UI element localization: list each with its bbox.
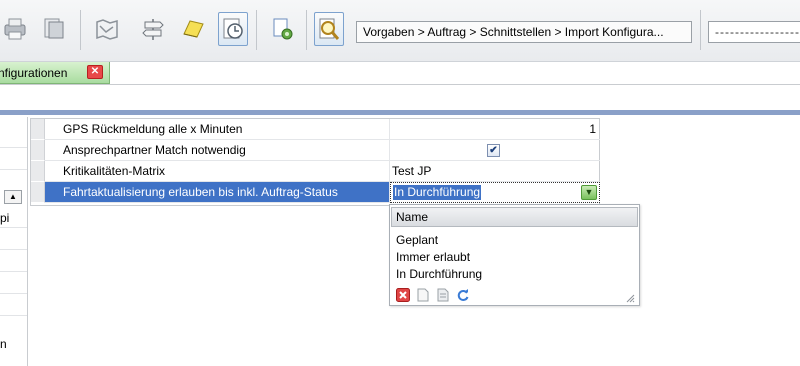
left-panel-row-line xyxy=(0,293,27,294)
toolbar-select-field[interactable]: -------------------- xyxy=(708,21,800,43)
close-icon[interactable]: ✕ xyxy=(87,65,103,79)
property-name: Fahrtaktualisierung erlauben bis inkl. A… xyxy=(45,182,390,203)
document-settings-icon[interactable] xyxy=(268,12,298,46)
left-panel: ▲ pi n xyxy=(0,117,28,366)
print-icon[interactable] xyxy=(0,12,30,46)
left-panel-row-line xyxy=(0,271,27,272)
property-name: Kritikalitäten-Matrix xyxy=(45,161,390,182)
toolbar-separator xyxy=(80,10,81,50)
note-icon[interactable] xyxy=(178,12,208,46)
map-icon[interactable] xyxy=(92,12,122,46)
toolbar-separator xyxy=(306,10,307,50)
collapse-up-button[interactable]: ▲ xyxy=(4,190,22,204)
chevron-down-icon[interactable]: ▼ xyxy=(581,185,597,200)
left-panel-text: pi xyxy=(0,211,10,225)
table-row-selected[interactable]: Fahrtaktualisierung erlauben bis inkl. A… xyxy=(31,182,601,203)
edit-document-icon[interactable] xyxy=(436,288,450,302)
status-combobox[interactable]: In Durchführung ▼ xyxy=(390,182,600,203)
print-preview-icon[interactable] xyxy=(38,12,68,46)
dropdown-option[interactable]: Immer erlaubt xyxy=(396,249,470,266)
clock-document-icon[interactable] xyxy=(218,12,248,46)
tab-strip: nfigurationen ✕ xyxy=(0,62,800,108)
dropdown-option[interactable]: Geplant xyxy=(396,232,438,249)
tab-divider xyxy=(0,84,800,85)
search-icon[interactable] xyxy=(314,12,344,46)
clear-icon[interactable] xyxy=(396,288,410,302)
resize-grip-icon[interactable] xyxy=(625,292,635,303)
accent-bar xyxy=(0,110,800,115)
row-gutter xyxy=(31,119,45,140)
popup-column-header[interactable]: Name xyxy=(391,207,638,227)
property-value: ✔ xyxy=(390,140,600,161)
table-row[interactable]: Kritikalitäten-Matrix Test JP xyxy=(31,161,601,182)
status-dropdown-popup: Name Geplant Immer erlaubt In Durchführu… xyxy=(389,204,640,306)
left-panel-row-line xyxy=(0,227,27,228)
status-combobox-value[interactable]: In Durchführung xyxy=(393,185,482,200)
toolbar-separator xyxy=(256,10,257,50)
property-name: Ansprechpartner Match notwendig xyxy=(45,140,390,161)
tab-label: nfigurationen xyxy=(0,65,68,80)
match-checkbox[interactable]: ✔ xyxy=(487,144,500,157)
left-panel-row-line xyxy=(0,315,27,316)
new-document-icon[interactable] xyxy=(416,288,430,302)
signpost-icon[interactable] xyxy=(138,12,168,46)
property-name: GPS Rückmeldung alle x Minuten xyxy=(45,119,390,140)
row-gutter xyxy=(31,182,45,203)
refresh-icon[interactable] xyxy=(456,288,470,302)
row-gutter xyxy=(31,140,45,161)
property-value[interactable]: Test JP xyxy=(390,161,600,182)
popup-footer xyxy=(396,288,470,302)
breadcrumb: Vorgaben > Auftrag > Schnittstellen > Im… xyxy=(356,21,692,43)
left-panel-row-line xyxy=(0,169,27,170)
left-panel-row-line xyxy=(0,147,27,148)
toolbar-separator xyxy=(700,10,701,50)
toolbar: Vorgaben > Auftrag > Schnittstellen > Im… xyxy=(0,0,800,62)
row-gutter xyxy=(31,161,45,182)
property-grid: GPS Rückmeldung alle x Minuten 1 Ansprec… xyxy=(30,118,600,206)
table-row[interactable]: Ansprechpartner Match notwendig ✔ xyxy=(31,140,601,161)
dropdown-option[interactable]: In Durchführung xyxy=(396,266,482,283)
property-value[interactable]: 1 xyxy=(390,119,600,140)
left-panel-text: n xyxy=(0,337,7,351)
left-panel-row-line xyxy=(0,249,27,250)
tab-import-konfigurationen[interactable]: nfigurationen ✕ xyxy=(0,62,110,84)
table-row[interactable]: GPS Rückmeldung alle x Minuten 1 xyxy=(31,119,601,140)
